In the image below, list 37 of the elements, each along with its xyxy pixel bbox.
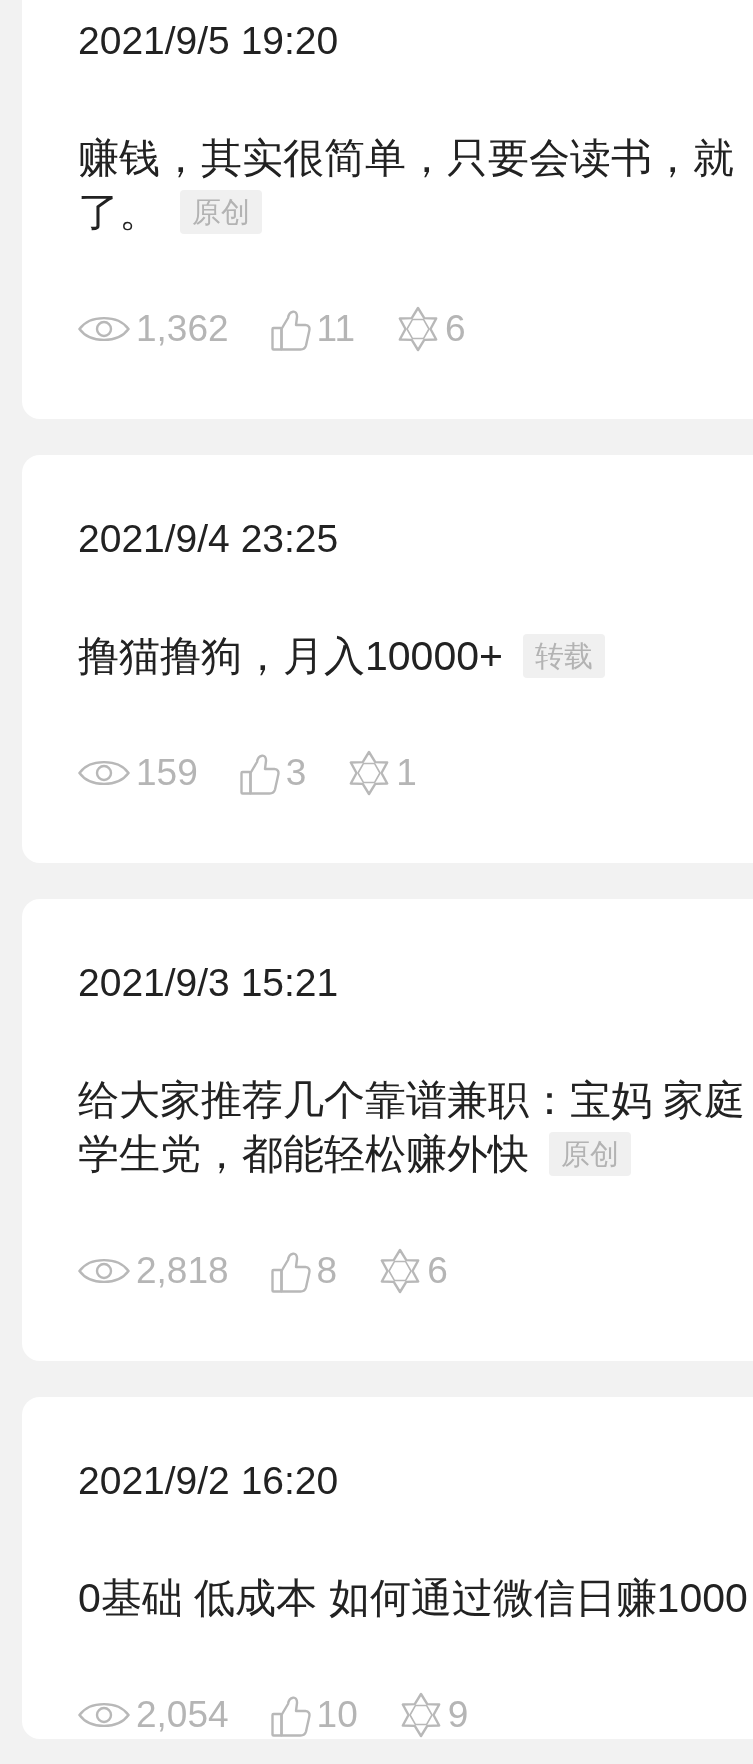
thumbs-up-icon [239, 751, 280, 795]
view-count: 159 [136, 751, 198, 795]
like-count: 3 [285, 751, 307, 795]
post-card[interactable]: 2021/9/2 16:20 0基础 低成本 如何通过微信日赚1000 2,054 10 9 [22, 1397, 753, 1739]
thumbs-up-icon [270, 307, 311, 351]
like-count: 11 [316, 307, 355, 351]
post-tag: 转载 [522, 634, 605, 678]
view-count: 1,362 [136, 307, 229, 351]
star-count: 6 [427, 1249, 448, 1293]
post-date: 2021/9/4 23:25 [78, 516, 339, 562]
post-date: 2021/9/5 19:20 [78, 18, 339, 64]
post-card[interactable]: 2021/9/5 19:20 赚钱，其实很简单，只要会读书，就 了。 原创 1,362 11 6 [22, 0, 753, 419]
post-tag: 原创 [549, 1132, 631, 1176]
title-line: 撸猫撸狗，月入10000+ [78, 632, 503, 681]
star-icon [397, 306, 439, 352]
title-line: 给大家推荐几个靠谱兼职：宝妈 家庭 [78, 1076, 746, 1125]
view-count: 2,054 [136, 1693, 229, 1737]
title-line: 0基础 低成本 如何通过微信日赚1000 [78, 1574, 748, 1623]
post-tag: 原创 [180, 190, 262, 234]
star-icon [399, 1692, 442, 1738]
star-icon [348, 750, 391, 796]
title-line: 了。 [78, 188, 160, 237]
title-line: 赚钱，其实很简单，只要会读书，就 [78, 134, 734, 183]
post-date: 2021/9/2 16:20 [78, 1458, 339, 1504]
star-icon [379, 1248, 422, 1294]
like-count: 8 [316, 1249, 338, 1293]
title-line: 学生党，都能轻松赚外快 [78, 1130, 529, 1179]
star-count: 6 [445, 307, 466, 351]
star-count: 1 [396, 751, 417, 795]
thumbs-up-icon [270, 1249, 311, 1293]
post-card[interactable]: 2021/9/4 23:25 撸猫撸狗，月入10000+ 转载 159 3 1 [22, 455, 753, 863]
post-date: 2021/9/3 15:21 [78, 960, 339, 1006]
thumbs-up-icon [270, 1693, 311, 1737]
like-count: 10 [316, 1693, 358, 1737]
star-count: 9 [447, 1693, 469, 1737]
view-count: 2,818 [136, 1249, 229, 1293]
post-card[interactable]: 2021/9/3 15:21 给大家推荐几个靠谱兼职：宝妈 家庭 学生党，都能轻松赚外快 原创 2,818 8 6 [22, 899, 753, 1361]
